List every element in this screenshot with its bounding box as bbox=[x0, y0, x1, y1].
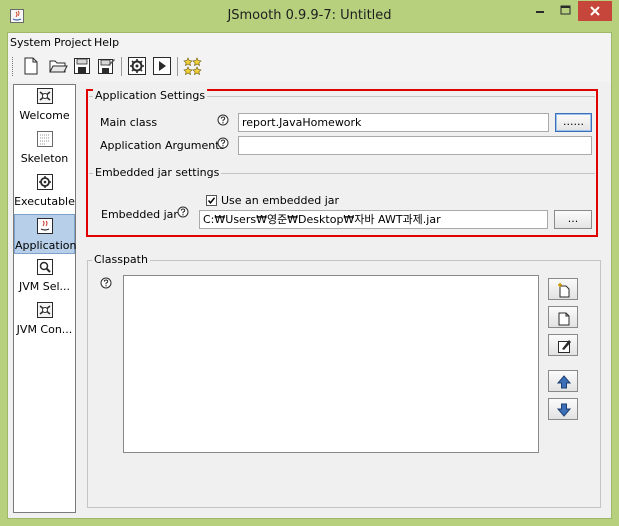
main-class-browse-button[interactable]: ...... bbox=[555, 113, 592, 132]
use-embedded-jar-checkbox[interactable] bbox=[206, 195, 217, 206]
menu-project[interactable]: Project bbox=[54, 36, 92, 49]
close-icon bbox=[590, 6, 600, 16]
menu-help[interactable]: Help bbox=[94, 36, 119, 49]
new-entry-icon bbox=[558, 312, 570, 326]
menu-bar: System Project Help bbox=[8, 33, 611, 52]
new-file-icon[interactable] bbox=[21, 56, 41, 76]
save-as-icon[interactable] bbox=[96, 56, 116, 76]
sidebar-item-label: Welcome bbox=[19, 109, 70, 122]
application-panel: Application Settings Main class report.J… bbox=[82, 84, 604, 513]
use-embedded-jar-label[interactable]: Use an embedded jar bbox=[221, 194, 339, 207]
sidebar-item-skeleton[interactable]: Skeleton bbox=[14, 130, 75, 168]
help-icon[interactable] bbox=[217, 137, 229, 149]
maximize-button[interactable] bbox=[553, 1, 578, 21]
help-icon[interactable] bbox=[100, 277, 112, 289]
close-button[interactable] bbox=[578, 1, 612, 21]
save-icon[interactable] bbox=[72, 56, 92, 76]
skeleton-icon bbox=[36, 131, 53, 147]
executable-gear-icon bbox=[36, 174, 53, 190]
jvm-select-icon bbox=[36, 259, 53, 275]
embedded-jar-label: Embedded jar bbox=[101, 208, 178, 221]
group-title: Classpath bbox=[92, 253, 150, 266]
sidebar-item-label: Application bbox=[15, 239, 77, 252]
toolbar-separator bbox=[121, 57, 122, 76]
sidebar: Welcome Skeleton Executable Application … bbox=[13, 84, 76, 513]
arguments-input[interactable] bbox=[238, 136, 592, 155]
edit-entry-icon bbox=[558, 340, 571, 353]
welcome-icon bbox=[36, 88, 53, 104]
classpath-move-down-button[interactable] bbox=[548, 398, 578, 420]
classpath-add-button[interactable] bbox=[548, 278, 578, 300]
classpath-move-up-button[interactable] bbox=[548, 370, 578, 392]
sidebar-item-welcome[interactable]: Welcome bbox=[14, 87, 75, 125]
main-class-input[interactable]: report.JavaHomework bbox=[238, 113, 549, 132]
sidebar-item-executable[interactable]: Executable bbox=[14, 173, 75, 211]
group-title: Application Settings bbox=[93, 89, 208, 102]
run-icon[interactable] bbox=[152, 56, 172, 76]
checkmark-icon bbox=[207, 197, 216, 204]
toolbar-grip[interactable] bbox=[12, 57, 15, 76]
help-icon[interactable] bbox=[217, 114, 229, 126]
sidebar-item-label: Skeleton bbox=[20, 152, 69, 165]
help-icon[interactable] bbox=[177, 206, 189, 218]
compile-gear-icon[interactable] bbox=[127, 56, 147, 76]
jsmooth-window: JSmooth 0.9.9-7: Untitled System Project… bbox=[0, 0, 619, 526]
open-folder-icon[interactable] bbox=[48, 56, 68, 76]
move-down-icon bbox=[556, 403, 572, 417]
menu-system[interactable]: System bbox=[10, 36, 51, 49]
sidebar-item-jvm-selection[interactable]: JVM Sel... bbox=[14, 258, 75, 296]
sidebar-item-label: JVM Con... bbox=[16, 323, 73, 336]
embedded-jar-browse-button[interactable]: ... bbox=[554, 210, 592, 229]
minimize-icon bbox=[536, 11, 544, 13]
sidebar-item-label: Executable bbox=[14, 195, 75, 208]
main-class-label: Main class bbox=[100, 116, 158, 129]
group-title: Embedded jar settings bbox=[93, 166, 222, 179]
client-area: System Project Help Welcome Skeleton Exe… bbox=[7, 32, 612, 519]
toolbar-separator bbox=[177, 57, 178, 76]
title-bar[interactable]: JSmooth 0.9.9-7: Untitled bbox=[0, 0, 619, 32]
maximize-icon bbox=[560, 5, 571, 15]
sidebar-item-label: JVM Sel... bbox=[18, 280, 71, 293]
minimize-button[interactable] bbox=[528, 1, 552, 21]
application-icon bbox=[36, 218, 53, 234]
embedded-jar-path-input[interactable]: C:₩Users₩영준₩Desktop₩자바 AWT과제.jar bbox=[199, 210, 548, 229]
sidebar-item-jvm-configuration[interactable]: JVM Con... bbox=[14, 301, 75, 339]
classpath-new-button[interactable] bbox=[548, 306, 578, 328]
sidebar-item-application[interactable]: Application bbox=[14, 214, 77, 254]
add-entry-icon bbox=[558, 283, 570, 298]
classpath-edit-button[interactable] bbox=[548, 334, 578, 356]
toolbar bbox=[8, 52, 611, 82]
jvm-config-icon bbox=[36, 302, 53, 318]
move-up-icon bbox=[556, 375, 572, 389]
window-title: JSmooth 0.9.9-7: Untitled bbox=[227, 8, 392, 23]
classpath-list[interactable] bbox=[123, 275, 539, 453]
arguments-label: Application Arguments bbox=[100, 139, 226, 152]
wizard-stars-icon[interactable] bbox=[183, 56, 203, 76]
